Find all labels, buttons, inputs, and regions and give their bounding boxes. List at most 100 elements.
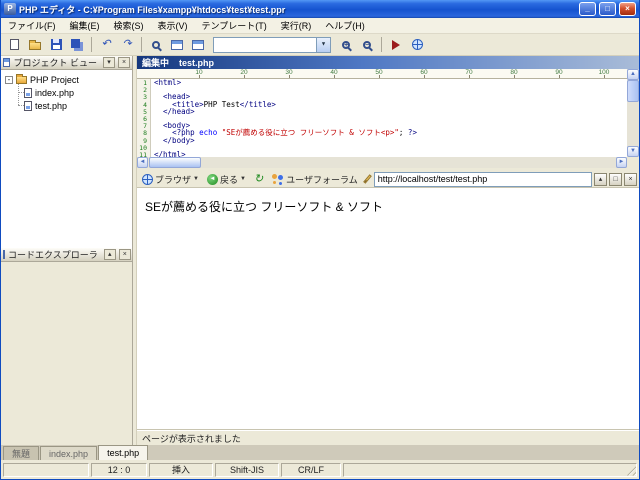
tree-file-label[interactable]: index.php [35,88,74,98]
browser-menu-button[interactable]: ブラウザ [139,172,202,187]
scroll-left-icon[interactable] [137,157,148,168]
collapse-toggle-icon[interactable]: - [5,75,13,84]
save-all-button[interactable] [67,36,87,54]
open-folder-icon [29,40,41,50]
editor-horizontal-scrollbar[interactable] [137,157,627,168]
document-tab-bar: 無題 index.php test.php [1,445,639,460]
user-forum-button[interactable]: ユーザフォーラム [268,172,361,187]
folder-icon [16,73,27,84]
project-root-label[interactable]: PHP Project [30,75,79,85]
project-view-menu-button[interactable]: ▾ [103,57,115,68]
browser-button-label: ブラウザ [155,174,192,185]
browser-detach-button[interactable]: ▴ [594,172,607,186]
menu-run[interactable]: 実行(R) [274,19,319,32]
php-file-icon [24,100,32,111]
toolbar-combo-input[interactable] [214,37,316,52]
scrollbar-corner [627,157,639,168]
project-tree: - PHP Project index.php test.php [1,70,132,248]
save-button[interactable] [46,36,66,54]
run-icon [392,39,400,50]
menu-help[interactable]: ヘルプ(H) [318,19,372,32]
main-panel: 編集中 test.php 10 20 30 40 50 60 70 80 90 100 1 <htm… [136,56,639,445]
zoom-in-icon [342,40,350,49]
search-icon [152,40,160,49]
status-bar: 12 : 0 挿入 Shift-JIS CR/LF [1,460,639,479]
maximize-button[interactable] [599,2,616,16]
status-encoding: Shift-JIS [215,462,279,477]
open-button[interactable] [25,36,45,54]
project-view-toggle-button[interactable] [167,36,187,54]
menu-search[interactable]: 検索(S) [107,19,151,32]
menu-template[interactable]: テンプレート(T) [195,19,274,32]
minimize-button[interactable] [579,2,596,16]
resize-grip[interactable] [624,463,636,476]
app-icon: P [4,3,16,15]
code-line[interactable]: 1 <html> [137,79,627,87]
tree-root-row[interactable]: - PHP Project [5,73,132,86]
scroll-right-icon[interactable] [616,157,627,168]
ruler-number: 80 [510,69,518,76]
code-line[interactable]: 2 [137,86,627,93]
browser-maximize-button[interactable]: □ [609,172,622,186]
zoom-out-icon [363,40,371,49]
menu-edit[interactable]: 編集(E) [63,19,107,32]
scroll-down-icon[interactable] [627,146,639,157]
code-explorer-toggle-button[interactable] [188,36,208,54]
close-button[interactable] [619,2,636,16]
zoom-in-button[interactable] [336,36,356,54]
zoom-out-button[interactable] [357,36,377,54]
code-line[interactable]: 10 [137,144,627,151]
browser-close-button[interactable]: × [624,172,637,186]
run-button[interactable] [386,36,406,54]
status-cursor-position: 12 : 0 [91,462,147,477]
refresh-button[interactable] [251,172,266,187]
back-button[interactable]: 戻る [204,172,249,187]
scroll-up-icon[interactable] [627,69,639,80]
project-view-header: プロジェクト ビュー ▾ × [1,56,132,70]
save-all-icon [71,38,80,48]
menu-file[interactable]: ファイル(F) [1,19,63,32]
code-explorer-close-button[interactable]: × [118,249,131,260]
code-explorer-header: コードエクスプローラ ▴ × [1,248,132,262]
chevron-down-icon[interactable] [316,37,330,52]
ruler-number: 100 [598,69,610,76]
tree-file-label[interactable]: test.php [35,101,67,111]
redo-button[interactable] [117,36,137,54]
tab-index-php[interactable]: index.php [40,446,98,460]
browser-status-message: ページが表示されました [137,430,639,445]
window-title: PHP エディタ - C:¥Program Files¥xampp¥htdocs… [19,4,286,15]
status-linebreak: CR/LF [281,462,341,477]
code-line[interactable]: 8 <?php echo "SEが薦める役に立つ フリーソフト & ソフト<p>… [137,129,627,137]
vertical-scroll-thumb[interactable] [627,80,639,102]
tab-test-php[interactable]: test.php [98,445,149,460]
url-input[interactable] [373,171,592,187]
project-view-close-button[interactable]: × [118,57,130,68]
undo-button[interactable] [96,36,116,54]
toolbar [1,34,639,56]
code-lines[interactable]: 1 <html> 2 3 <head> 4 <title>PHP Test</title… [137,79,627,157]
editor-filename: test.php [179,57,215,68]
app-window: P PHP エディタ - C:¥Program Files¥xampp¥htdo… [0,0,640,480]
menu-view[interactable]: 表示(V) [151,19,195,32]
code-line[interactable]: 4 <title>PHP Test</title> [137,100,627,108]
horizontal-scroll-thumb[interactable] [149,157,201,168]
edit-icon[interactable] [362,174,372,184]
tree-file-row[interactable]: index.php [18,86,132,99]
code-explorer-menu-button[interactable]: ▴ [103,249,116,260]
tab-untitled[interactable]: 無題 [3,446,40,460]
toolbar-combo[interactable] [213,36,331,53]
tree-file-row[interactable]: test.php [18,99,132,112]
search-button[interactable] [146,36,166,54]
preview-button[interactable] [407,36,427,54]
code-line[interactable]: 6 [137,115,627,122]
save-icon [50,39,62,50]
code-line[interactable]: 9 </body> [137,136,627,144]
new-file-button[interactable] [4,36,24,54]
editor-vertical-scrollbar[interactable] [627,69,639,157]
chevron-down-icon [193,176,199,182]
new-file-icon [9,39,19,50]
editor-header: 編集中 test.php [137,56,639,69]
code-line[interactable]: 5 </head> [137,108,627,116]
code-explorer-header-icon [3,250,5,259]
back-arrow-icon [206,173,218,185]
